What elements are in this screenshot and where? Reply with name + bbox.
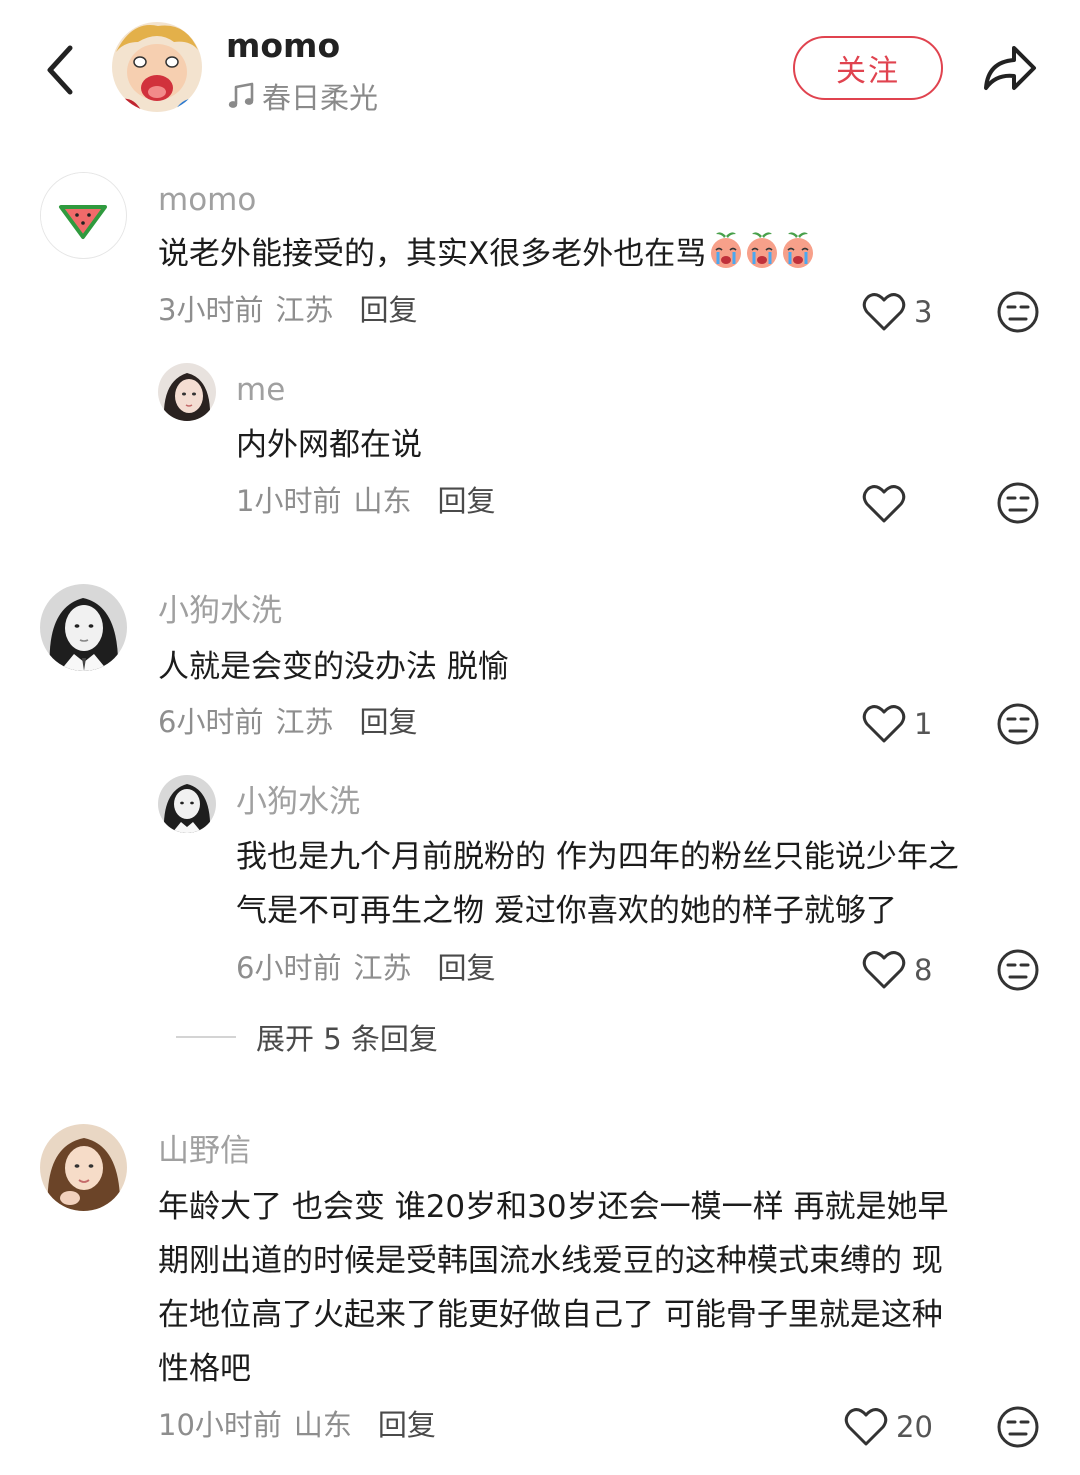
comment-time: 3小时前 <box>158 293 264 327</box>
dislike-button[interactable] <box>996 290 1040 334</box>
comment-author[interactable]: 山野信 <box>158 1131 251 1171</box>
back-button[interactable] <box>38 40 88 100</box>
comment-time: 6小时前 <box>158 705 264 739</box>
share-arrow-icon <box>984 46 1036 90</box>
comment-time: 6小时前 <box>236 951 342 985</box>
neutral-face-icon <box>997 482 1039 524</box>
share-button[interactable] <box>980 40 1038 96</box>
comment-text-body: 说老外能接受的，其实X很多老外也在骂 <box>158 236 707 272</box>
dislike-button[interactable] <box>996 702 1040 746</box>
comment-meta: 6小时前 江苏 回复 <box>158 702 417 742</box>
comment-text-line: 我也是九个月前脱粉的 作为四年的粉丝只能说少年之 <box>236 839 959 875</box>
comment-text-line: 期刚出道的时候是受韩国流水线爱豆的这种模式束缚的 现 <box>158 1243 943 1279</box>
crying-peach-icon <box>711 232 742 268</box>
comment-meta: 3小时前 江苏 回复 <box>158 290 417 330</box>
comment-text: 年龄大了 也会变 谁20岁和30岁还会一模一样 再就是她早 期刚出道的时候是受韩… <box>158 1180 948 1396</box>
comment-meta: 10小时前 山东 回复 <box>158 1405 436 1445</box>
heart-icon <box>844 1408 888 1446</box>
comment-meta: 6小时前 江苏 回复 <box>236 948 495 988</box>
comment-text-line: 在地位高了火起来了能更好做自己了 可能骨子里就是这种 <box>158 1297 943 1333</box>
comment-author[interactable]: me <box>236 370 285 410</box>
expand-replies-button[interactable]: 展开 5 条回复 <box>176 1016 438 1058</box>
music-tag[interactable]: 春日柔光 <box>226 76 378 116</box>
comment-location: 山东 <box>353 484 412 518</box>
comment-text-line: 性格吧 <box>158 1351 251 1387</box>
neutral-face-icon <box>997 1406 1039 1448</box>
heart-icon <box>862 293 906 331</box>
commenter-avatar[interactable] <box>158 363 216 421</box>
comment-meta: 1小时前 山东 回复 <box>236 481 495 521</box>
divider <box>176 1036 236 1038</box>
commenter-avatar[interactable] <box>158 775 216 833</box>
neutral-face-icon <box>997 703 1039 745</box>
comment-text: 内外网都在说 <box>236 427 422 463</box>
heart-icon <box>862 485 906 523</box>
comment-location: 江苏 <box>353 951 412 985</box>
dislike-button[interactable] <box>996 481 1040 525</box>
comment-location: 山东 <box>293 1408 352 1442</box>
reply-button[interactable]: 回复 <box>359 290 417 330</box>
back-arrow-icon <box>47 45 73 95</box>
comment-time: 1小时前 <box>236 484 342 518</box>
reply-button[interactable]: 回复 <box>359 702 417 742</box>
comment-location: 江苏 <box>275 705 334 739</box>
comment-text: 我也是九个月前脱粉的 作为四年的粉丝只能说少年之 气是不可再生之物 爱过你喜欢的… <box>236 830 959 938</box>
comment-text-line: 年龄大了 也会变 谁20岁和30岁还会一模一样 再就是她早 <box>158 1189 949 1225</box>
commenter-avatar[interactable] <box>40 1124 127 1211</box>
like-button[interactable] <box>862 480 914 528</box>
watermelon-icon <box>41 173 125 257</box>
neutral-face-icon <box>997 949 1039 991</box>
comment-author[interactable]: momo <box>158 180 256 220</box>
like-count: 20 <box>896 1410 933 1444</box>
crying-peach-icon <box>783 232 814 268</box>
commenter-avatar[interactable] <box>40 584 127 671</box>
follow-button[interactable]: 关注 <box>793 36 943 100</box>
reply-button[interactable]: 回复 <box>378 1405 436 1445</box>
like-button[interactable]: 1 <box>862 700 932 748</box>
neutral-face-icon <box>997 291 1039 333</box>
comment-text: 人就是会变的没办法 脱愉 <box>158 649 509 685</box>
comment-author[interactable]: 小狗水洗 <box>158 591 282 631</box>
comment-location: 江苏 <box>275 293 334 327</box>
like-button[interactable]: 8 <box>862 946 932 994</box>
heart-icon <box>862 705 906 743</box>
dislike-button[interactable] <box>996 948 1040 992</box>
comment-text: 说老外能接受的，其实X很多老外也在骂 <box>158 227 814 281</box>
music-note-icon <box>228 82 254 108</box>
comment-author[interactable]: 小狗水洗 <box>236 782 360 822</box>
author-avatar[interactable] <box>112 22 202 112</box>
like-button[interactable]: 3 <box>862 288 932 336</box>
commenter-avatar[interactable] <box>40 172 127 259</box>
heart-icon <box>862 951 906 989</box>
reply-button[interactable]: 回复 <box>437 481 495 521</box>
music-title: 春日柔光 <box>262 81 379 115</box>
comment-text-line: 气是不可再生之物 爱过你喜欢的她的样子就够了 <box>236 893 897 929</box>
like-count: 1 <box>914 707 933 741</box>
like-button[interactable]: 20 <box>844 1403 933 1451</box>
crying-peach-icon <box>747 232 778 268</box>
comment-time: 10小时前 <box>158 1408 282 1442</box>
expand-replies-label: 展开 5 条回复 <box>256 1022 438 1056</box>
like-count: 3 <box>914 295 933 329</box>
dislike-button[interactable] <box>996 1405 1040 1449</box>
author-name[interactable]: momo <box>226 24 340 68</box>
like-count: 8 <box>914 953 933 987</box>
reply-button[interactable]: 回复 <box>437 948 495 988</box>
